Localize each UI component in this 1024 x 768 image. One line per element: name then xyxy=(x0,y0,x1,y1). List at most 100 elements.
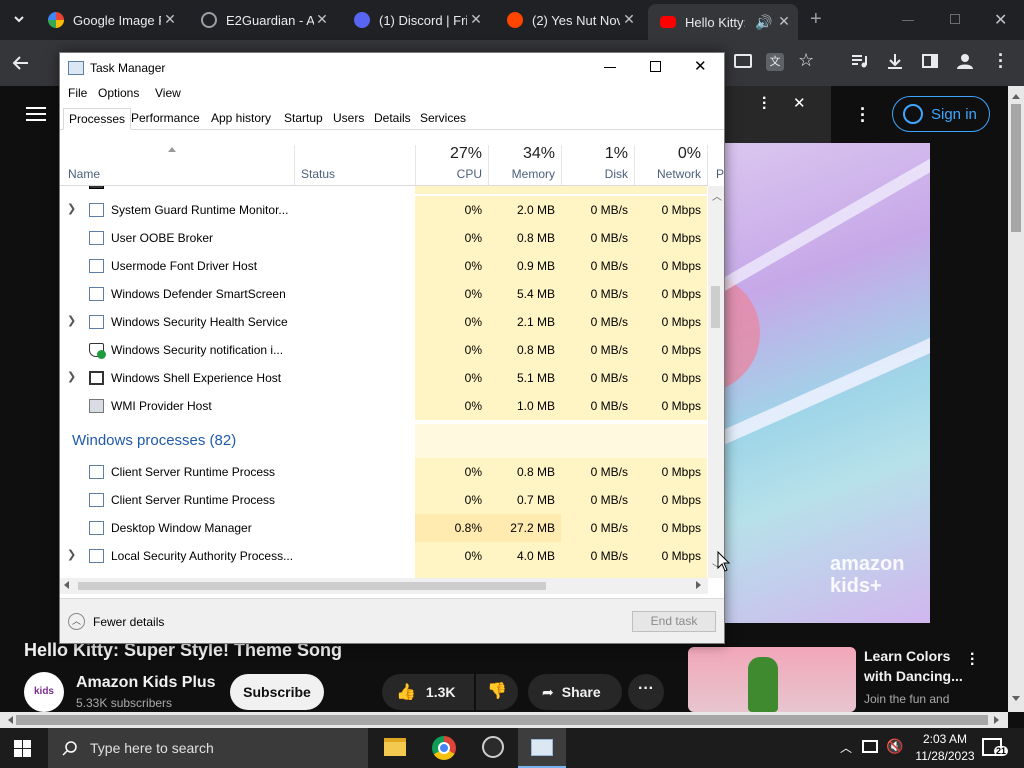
menu-view[interactable]: View xyxy=(155,86,181,100)
tab-processes[interactable]: Processes xyxy=(63,108,132,130)
chrome-menu-icon[interactable]: · · · xyxy=(998,46,1004,76)
table-row[interactable]: Windows Security notification i... 0% 0.… xyxy=(60,336,707,364)
tab-e2guardian[interactable]: E2Guardian - A ✕ xyxy=(201,0,330,40)
group-header-row[interactable]: Windows processes (82) xyxy=(60,424,707,458)
table-row[interactable]: ❯ System Guard Runtime Monitor... 0% 2.0… xyxy=(60,196,707,224)
close-button[interactable]: ✕ xyxy=(694,57,707,75)
tab-details[interactable]: Details xyxy=(369,108,416,128)
table-row[interactable]: Windows Defender SmartScreen 0% 5.4 MB 0… xyxy=(60,280,707,308)
scroll-down-arrow-icon[interactable] xyxy=(1012,696,1020,705)
clock-date[interactable]: 11/28/2023 xyxy=(910,749,980,763)
scroll-left-arrow-icon[interactable] xyxy=(64,581,69,589)
downloads-icon[interactable] xyxy=(886,52,904,70)
column-cpu[interactable]: CPU xyxy=(416,167,482,181)
scroll-left-arrow-icon[interactable] xyxy=(4,716,13,724)
tab-hello-kitty[interactable]: Hello Kitty: 🔊 ✕ xyxy=(648,4,798,40)
close-window-button[interactable]: ✕ xyxy=(994,10,1007,30)
end-task-button[interactable]: End task xyxy=(632,611,716,632)
scrollbar-thumb[interactable] xyxy=(711,286,720,328)
video-player[interactable]: amazon kids+ xyxy=(700,143,930,623)
close-tab-icon[interactable]: ✕ xyxy=(621,11,637,27)
hamburger-menu-icon[interactable] xyxy=(26,106,46,122)
column-network[interactable]: Network xyxy=(635,167,701,181)
tab-reddit[interactable]: (2) Yes Nut Nov ✕ xyxy=(507,0,637,40)
tab-discord[interactable]: (1) Discord | Fri ✕ xyxy=(354,0,484,40)
scrollbar-thumb[interactable] xyxy=(1011,104,1021,232)
network-icon[interactable] xyxy=(862,740,878,753)
menu-file[interactable]: File xyxy=(68,86,87,100)
close-tab-icon[interactable]: ✕ xyxy=(776,13,792,29)
taskbar-search-box[interactable]: Type here to search xyxy=(48,728,368,768)
minimize-button[interactable] xyxy=(604,67,616,68)
audio-playing-icon[interactable]: 🔊 xyxy=(755,14,772,31)
install-app-icon[interactable] xyxy=(734,54,752,68)
scroll-up-arrow-icon[interactable] xyxy=(1012,90,1020,99)
expand-chevron-icon[interactable]: ❯ xyxy=(67,370,76,383)
fewer-details-button[interactable]: ︿ Fewer details xyxy=(68,613,164,630)
column-memory[interactable]: Memory xyxy=(489,167,555,181)
channel-avatar[interactable]: kids xyxy=(24,672,64,712)
recommended-thumbnail[interactable] xyxy=(688,647,856,712)
list-vertical-scrollbar[interactable]: ︿ ﹀ xyxy=(708,186,724,578)
scrollbar-thumb[interactable] xyxy=(78,582,546,590)
minimize-window-button[interactable] xyxy=(902,20,914,21)
task-manager-taskbar-button[interactable] xyxy=(518,728,566,768)
restore-window-button[interactable] xyxy=(950,14,960,24)
page-horizontal-scrollbar[interactable] xyxy=(0,712,1008,728)
menu-options[interactable]: Options xyxy=(98,86,139,100)
bookmark-star-icon[interactable]: ☆ xyxy=(798,50,814,71)
table-row[interactable]: User OOBE Broker 0% 0.8 MB 0 MB/s 0 Mbps xyxy=(60,224,707,252)
expand-chevron-icon[interactable]: ❯ xyxy=(67,548,76,561)
maximize-button[interactable] xyxy=(650,61,661,72)
table-row[interactable] xyxy=(60,186,707,194)
scroll-right-arrow-icon[interactable] xyxy=(696,581,701,589)
column-name[interactable]: Name xyxy=(68,167,100,181)
tab-startup[interactable]: Startup xyxy=(279,108,328,128)
page-vertical-scrollbar[interactable] xyxy=(1008,86,1024,712)
tab-users[interactable]: Users xyxy=(328,108,369,128)
close-tab-icon[interactable]: ✕ xyxy=(468,11,484,27)
recommended-title[interactable]: Learn Colors with Dancing... xyxy=(864,646,964,686)
volume-muted-icon[interactable]: 🔇 xyxy=(886,738,903,755)
more-actions-button[interactable]: ··· xyxy=(628,674,664,710)
notification-center-button[interactable]: 21 xyxy=(982,738,1009,756)
recommended-menu-icon[interactable]: · · · xyxy=(970,647,975,673)
tab-performance[interactable]: Performance xyxy=(126,108,205,128)
clock-time[interactable]: 2:03 AM xyxy=(910,732,980,746)
show-hidden-icons[interactable]: ︿ xyxy=(840,739,852,756)
table-row[interactable]: ❯ Windows Security Health Service 0% 2.1… xyxy=(60,308,707,336)
dislike-button[interactable]: 👎 xyxy=(476,674,518,710)
scroll-right-arrow-icon[interactable] xyxy=(994,716,1003,724)
obs-icon[interactable] xyxy=(482,736,504,758)
table-row[interactable]: Client Server Runtime Process 0% 0.8 MB … xyxy=(60,458,707,486)
table-row[interactable]: ❯ Windows Shell Experience Host 0% 5.1 M… xyxy=(60,364,707,392)
table-row[interactable]: Usermode Font Driver Host 0% 0.9 MB 0 MB… xyxy=(60,252,707,280)
translate-icon[interactable]: 文 xyxy=(766,53,784,71)
file-explorer-icon[interactable] xyxy=(384,738,406,756)
share-button[interactable]: ➦ Share xyxy=(528,674,622,710)
tab-search-chevron-icon[interactable] xyxy=(12,12,26,26)
media-controls-icon[interactable] xyxy=(850,52,868,70)
subscribe-button[interactable]: Subscribe xyxy=(230,674,324,710)
close-tab-icon[interactable]: ✕ xyxy=(314,11,330,27)
column-disk[interactable]: Disk xyxy=(562,167,628,181)
popup-menu-icon[interactable]: · · · xyxy=(762,91,767,117)
column-power[interactable]: P xyxy=(716,167,724,181)
list-horizontal-scrollbar[interactable] xyxy=(60,578,708,594)
close-tab-icon[interactable]: ✕ xyxy=(162,11,178,27)
start-button[interactable] xyxy=(14,740,31,757)
channel-name[interactable]: Amazon Kids Plus xyxy=(76,674,216,692)
expand-chevron-icon[interactable]: ❯ xyxy=(67,314,76,327)
scrollbar-thumb[interactable] xyxy=(16,715,988,725)
table-row[interactable]: WMI Provider Host 0% 1.0 MB 0 MB/s 0 Mbp… xyxy=(60,392,707,420)
sign-in-button[interactable]: Sign in xyxy=(892,96,990,132)
popup-close-icon[interactable]: ✕ xyxy=(793,94,806,112)
table-row[interactable]: Desktop Window Manager 0.8% 27.2 MB 0 MB… xyxy=(60,514,707,542)
scroll-up-arrow-icon[interactable]: ︿ xyxy=(712,188,722,203)
back-arrow-icon[interactable] xyxy=(12,54,30,72)
table-row[interactable]: Client Server Runtime Process 0% 0.7 MB … xyxy=(60,486,707,514)
profile-icon[interactable] xyxy=(956,52,974,70)
table-row[interactable] xyxy=(60,570,707,578)
side-panel-icon[interactable] xyxy=(922,54,938,68)
chrome-icon[interactable] xyxy=(432,736,456,760)
